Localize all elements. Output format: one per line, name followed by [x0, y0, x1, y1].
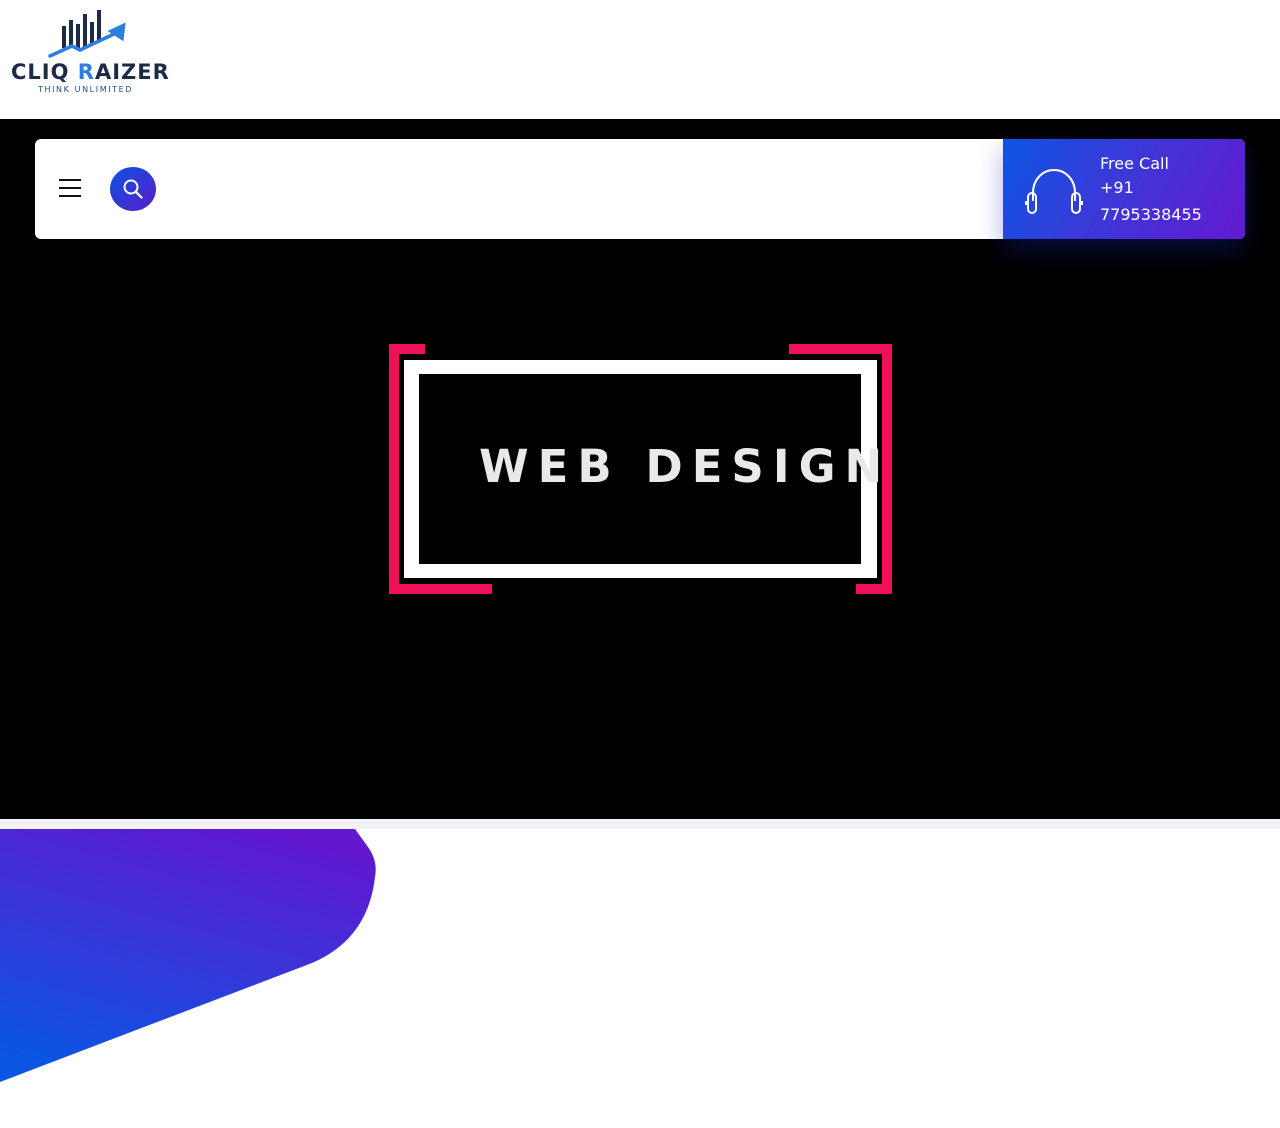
- hamburger-line: [59, 179, 81, 181]
- hamburger-line: [59, 187, 81, 189]
- site-header: CLIQ RAIZER THINK UNLIMITED: [0, 0, 1280, 119]
- main-navbar: Free Call +91 7795338455: [35, 139, 1245, 239]
- logo-name-part2: AIZER: [94, 60, 170, 84]
- hamburger-icon[interactable]: [59, 178, 81, 200]
- hero-section: Free Call +91 7795338455 WEB DESIGN: [0, 119, 1280, 819]
- hamburger-line: [59, 195, 81, 197]
- next-section: [0, 819, 1280, 1128]
- logo-tagline: THINK UNLIMITED: [38, 85, 134, 94]
- gradient-decor-shape: [0, 829, 376, 1082]
- logo-name-part1: CLIQ: [11, 60, 78, 84]
- bar-chart-arrow-icon: [48, 10, 126, 58]
- call-phone-number[interactable]: +91 7795338455: [1100, 174, 1230, 228]
- logo-name-accent: R: [77, 60, 95, 84]
- free-call-box[interactable]: Free Call +91 7795338455: [1003, 139, 1245, 239]
- call-label: Free Call: [1100, 154, 1169, 173]
- headset-icon: [1025, 168, 1083, 214]
- logo-wordmark: CLIQ RAIZER: [11, 60, 170, 84]
- search-button[interactable]: [110, 167, 156, 211]
- section-divider: [0, 819, 1280, 829]
- search-icon: [123, 179, 143, 199]
- site-logo[interactable]: CLIQ RAIZER THINK UNLIMITED: [10, 8, 169, 96]
- banner-title: WEB DESIGN: [479, 440, 892, 493]
- web-design-banner: WEB DESIGN: [389, 344, 892, 594]
